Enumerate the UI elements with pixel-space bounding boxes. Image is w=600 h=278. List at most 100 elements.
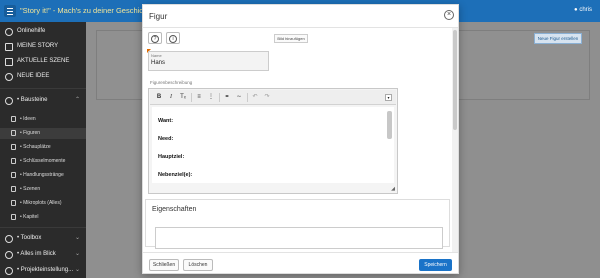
blocks-icon [5, 97, 13, 105]
sidebar-subitem-label: • Mikroplots (Alles) [20, 200, 62, 206]
resize-handle-icon[interactable]: ◢ [391, 186, 395, 192]
question-icon: ? [151, 35, 159, 43]
name-field[interactable]: Name Hans [148, 51, 269, 71]
italic-icon[interactable]: I [166, 93, 176, 102]
numbered-list-icon[interactable]: ≡ [194, 93, 204, 102]
plot-icon [11, 200, 16, 206]
editor-footer: ◢ [150, 184, 396, 192]
sidebar-subitem-schluesselmomente[interactable]: • Schlüsselmomente [0, 156, 86, 167]
editor-line-want: Want: [158, 118, 174, 124]
sidebar-item-label: NEUE IDEE [17, 73, 50, 79]
chapter-icon [11, 214, 16, 220]
sidebar-item-label: Onlinehilfe [17, 28, 46, 34]
user-menu[interactable]: ● chris [574, 7, 592, 13]
editor-toolbar: B I Tₓ ≡ ⋮ ⚭ ∼ ↶ ↷ ▾ [150, 90, 396, 105]
sidebar-item-label: • Toolbox [17, 235, 42, 241]
settings-icon [5, 267, 13, 275]
info-icon: i [169, 35, 177, 43]
divider [0, 227, 86, 228]
sidebar-subitem-label: • Schlüsselmomente [20, 158, 66, 164]
sidebar-item-meine-story[interactable]: MEINE STORY [0, 40, 86, 54]
name-label: Name [151, 53, 162, 58]
sidebar-subitem-label: • Szenen [20, 186, 41, 192]
properties-panel: Eigenschaften [145, 199, 450, 249]
sidebar-subitem-mikroplots[interactable]: • Mikroplots (Alles) [0, 198, 86, 209]
sidebar-item-toolbox[interactable]: • Toolbox ⌄ [0, 232, 86, 246]
sidebar-subitem-label: • Kapitel [20, 214, 39, 220]
sidebar-item-label: • Alles im Blick [17, 251, 56, 257]
list-icon [11, 172, 16, 178]
sidebar-item-aktuelle-szene[interactable]: AKTUELLE SZENE [0, 55, 86, 69]
dialog-header: Figur × [143, 5, 458, 28]
unlink-icon[interactable]: ∼ [234, 93, 244, 102]
dialog-title: Figur [149, 12, 168, 21]
menu-line [7, 11, 13, 12]
save-button[interactable]: Speichern [419, 259, 452, 271]
description-label: Figurenbeschreibung [150, 80, 193, 85]
new-figure-button[interactable]: Neue Figur erstellen [534, 33, 582, 44]
dialog-footer: Schließen Löschen Speichern [143, 252, 458, 273]
sidebar-item-projekteinstellungen[interactable]: • Projekteinstellung... ⌄ [0, 264, 86, 278]
hamburger-menu-button[interactable] [4, 5, 16, 17]
bullet-list-icon[interactable]: ⋮ [206, 93, 216, 102]
close-icon: × [446, 11, 452, 18]
sidebar-item-bausteine[interactable]: • Bausteine ⌃ [0, 94, 86, 108]
sidebar: Onlinehilfe MEINE STORY AKTUELLE SZENE N… [0, 22, 86, 278]
tools-icon [5, 235, 13, 243]
editor-scrollbar[interactable] [387, 111, 392, 139]
editor-line-nebenziele: Nebenziel(e): [158, 172, 193, 178]
grid-icon [5, 251, 13, 259]
help-button[interactable]: ? [148, 32, 162, 44]
close-button[interactable]: × [444, 10, 454, 20]
toolbar-divider [219, 93, 220, 102]
sidebar-subitem-figuren[interactable]: • Figuren [0, 128, 86, 139]
sidebar-subitem-label: • Schauplätze [20, 144, 51, 150]
editor-line-need: Need: [158, 136, 174, 142]
sidebar-item-label: • Bausteine [17, 97, 48, 103]
person-icon [11, 130, 16, 136]
sidebar-subitem-label: • Handlungsstränge [20, 172, 64, 178]
clear-format-icon[interactable]: Tₓ [178, 93, 188, 102]
sidebar-item-alles-im-blick[interactable]: • Alles im Blick ⌄ [0, 248, 86, 262]
properties-input[interactable] [155, 227, 443, 249]
add-image-button[interactable]: Bild hinzufügen [274, 34, 308, 43]
dialog-scrollbar-thumb[interactable] [453, 30, 457, 130]
heart-icon [11, 158, 16, 164]
sidebar-item-label: • Projekteinstellung... [17, 267, 74, 273]
redo-icon[interactable]: ↷ [262, 93, 272, 102]
link-icon[interactable]: ⚭ [222, 93, 232, 102]
rich-text-editor: B I Tₓ ≡ ⋮ ⚭ ∼ ↶ ↷ ▾ Want: Need: Hauptzi… [148, 88, 398, 194]
user-name: chris [579, 7, 592, 13]
properties-title: Eigenschaften [152, 206, 197, 213]
sidebar-subitem-label: • Figuren [20, 130, 41, 136]
sidebar-subitem-handlungsstraenge[interactable]: • Handlungsstränge [0, 170, 86, 181]
name-value: Hans [151, 60, 166, 66]
film-icon [5, 58, 13, 66]
delete-button[interactable]: Löschen [183, 259, 213, 271]
undo-icon[interactable]: ↶ [250, 93, 260, 102]
sidebar-item-onlinehilfe[interactable]: Onlinehilfe [0, 25, 86, 39]
close-dialog-button[interactable]: Schließen [149, 259, 179, 271]
bold-icon[interactable]: B [154, 93, 164, 102]
chevron-up-icon: ⌃ [74, 97, 80, 103]
idea-icon [11, 116, 16, 122]
sidebar-item-label: MEINE STORY [17, 43, 59, 49]
toolbar-divider [191, 93, 192, 102]
chevron-down-icon[interactable]: ▾ [385, 94, 392, 101]
sidebar-subitem-ideen[interactable]: • Ideen [0, 114, 86, 125]
divider [0, 88, 86, 89]
sidebar-subitem-szenen[interactable]: • Szenen [0, 184, 86, 195]
chevron-down-icon: ⌄ [74, 235, 80, 241]
sidebar-subitem-kapitel[interactable]: • Kapitel [0, 212, 86, 223]
lightbulb-icon [5, 73, 13, 81]
sidebar-item-neue-idee[interactable]: NEUE IDEE [0, 70, 86, 84]
chevron-down-icon: ⌄ [74, 267, 80, 273]
toolbar-divider [247, 93, 248, 102]
editor-content[interactable]: Want: Need: Hauptziel: Nebenziel(e): [152, 107, 394, 183]
scene-icon [11, 186, 16, 192]
editor-line-hauptziel: Hauptziel: [158, 154, 185, 160]
app-title: "Story it!" - Mach's zu deiner Geschicht… [20, 6, 156, 15]
info-button[interactable]: i [166, 32, 180, 44]
sidebar-subitem-label: • Ideen [20, 116, 36, 122]
sidebar-subitem-schauplaetze[interactable]: • Schauplätze [0, 142, 86, 153]
